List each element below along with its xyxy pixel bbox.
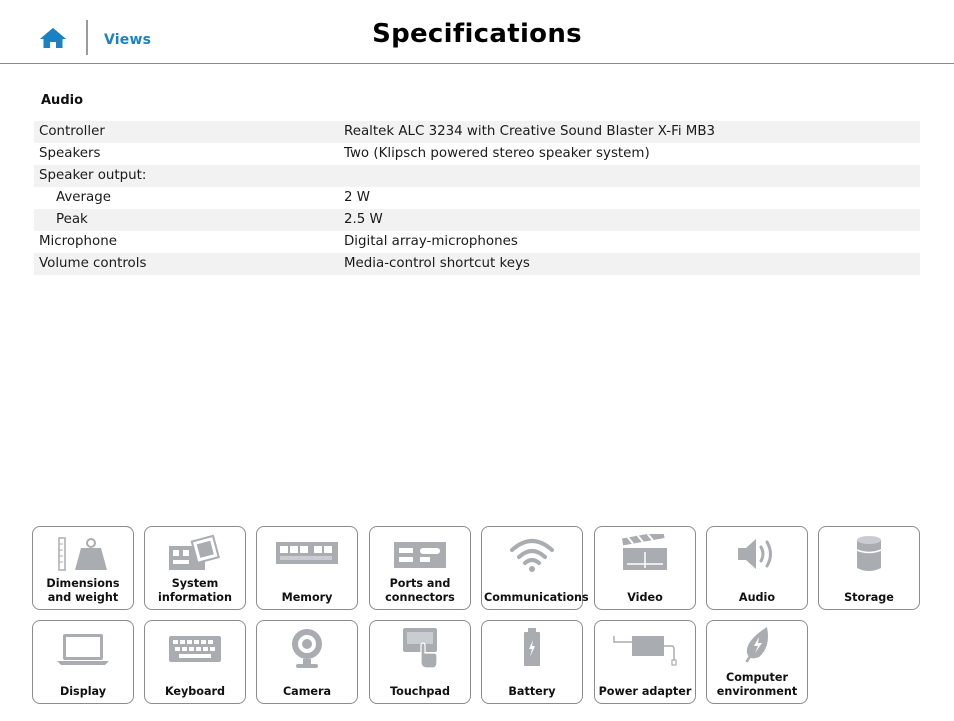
ports-icon	[370, 531, 470, 577]
clapperboard-icon	[595, 531, 695, 577]
spec-value: Media-control shortcut keys	[344, 256, 530, 271]
spec-key: Controller	[39, 124, 105, 139]
storage-drive-icon	[819, 531, 919, 577]
tile-label: Ports and connectors	[385, 577, 455, 604]
spec-row-controller: Controller Realtek ALC 3234 with Creativ…	[34, 121, 920, 143]
tile-label: Keyboard	[164, 685, 226, 698]
spec-row-speakers: Speakers Two (Klipsch powered stereo spe…	[34, 143, 920, 165]
tile-ports-and-connectors[interactable]: Ports and connectors	[369, 526, 471, 610]
header-bar: Views Specifications	[0, 0, 954, 64]
tile-battery[interactable]: Battery	[481, 620, 583, 704]
tile-label: System information	[158, 577, 232, 604]
laptop-display-icon	[33, 625, 133, 671]
tile-power-adapter[interactable]: Power adapter	[594, 620, 696, 704]
tile-dimensions-and-weight[interactable]: Dimensions and weight	[32, 526, 134, 610]
tile-label: Communications	[484, 591, 589, 604]
spec-key: Peak	[56, 212, 88, 227]
tile-camera[interactable]: Camera	[256, 620, 358, 704]
tile-label: Audio	[738, 591, 776, 604]
spec-value: Realtek ALC 3234 with Creative Sound Bla…	[344, 124, 716, 139]
tile-computer-environment[interactable]: Computer environment	[706, 620, 808, 704]
spec-key: Speakers	[39, 146, 101, 161]
tile-label: Video	[627, 591, 663, 604]
spec-row-peak: Peak 2.5 W	[34, 209, 920, 231]
spec-row-microphone: Microphone Digital array-microphones	[34, 231, 920, 253]
tile-memory[interactable]: Memory	[256, 526, 358, 610]
page-title: Specifications	[372, 19, 582, 49]
spec-key: Average	[56, 190, 111, 205]
tile-keyboard[interactable]: Keyboard	[144, 620, 246, 704]
section-title: Audio	[41, 93, 84, 108]
tile-label: Battery	[508, 685, 556, 698]
system-board-icon	[145, 531, 245, 577]
battery-icon	[482, 625, 582, 671]
spec-row-average: Average 2 W	[34, 187, 920, 209]
spec-key: Volume controls	[39, 256, 147, 271]
spec-value: 2.5 W	[344, 212, 383, 227]
spec-key: Speaker output:	[39, 168, 147, 183]
spec-value: 2 W	[344, 190, 371, 205]
spec-table: Controller Realtek ALC 3234 with Creativ…	[34, 121, 920, 275]
memory-module-icon	[257, 531, 357, 577]
tile-label: Touchpad	[390, 685, 450, 698]
touchpad-icon	[370, 625, 470, 671]
tile-storage[interactable]: Storage	[818, 526, 920, 610]
tile-video[interactable]: Video	[594, 526, 696, 610]
keyboard-icon	[145, 625, 245, 671]
tile-label: Memory	[281, 591, 333, 604]
tile-touchpad[interactable]: Touchpad	[369, 620, 471, 704]
spec-value: Digital array-microphones	[344, 234, 518, 249]
power-adapter-icon	[595, 625, 695, 671]
tile-label: Storage	[844, 591, 894, 604]
tile-label: Camera	[282, 685, 332, 698]
tile-label: Power adapter	[598, 685, 692, 698]
wifi-icon	[482, 531, 582, 577]
speaker-icon	[707, 531, 807, 577]
dimensions-weight-icon	[33, 531, 133, 577]
tile-display[interactable]: Display	[32, 620, 134, 704]
tile-system-information[interactable]: System information	[144, 526, 246, 610]
spec-row-volume-controls: Volume controls Media-control shortcut k…	[34, 253, 920, 275]
tile-label: Computer environment	[716, 671, 798, 698]
spec-key: Microphone	[39, 234, 117, 249]
tile-audio[interactable]: Audio	[706, 526, 808, 610]
tile-communications[interactable]: Communications	[481, 526, 589, 610]
spec-value: Two (Klipsch powered stereo speaker syst…	[344, 146, 650, 161]
webcam-icon	[257, 625, 357, 671]
spec-row-speaker-output: Speaker output:	[34, 165, 920, 187]
tile-label: Display	[59, 685, 107, 698]
leaf-icon	[707, 623, 807, 665]
tile-label: Dimensions and weight	[46, 577, 120, 604]
